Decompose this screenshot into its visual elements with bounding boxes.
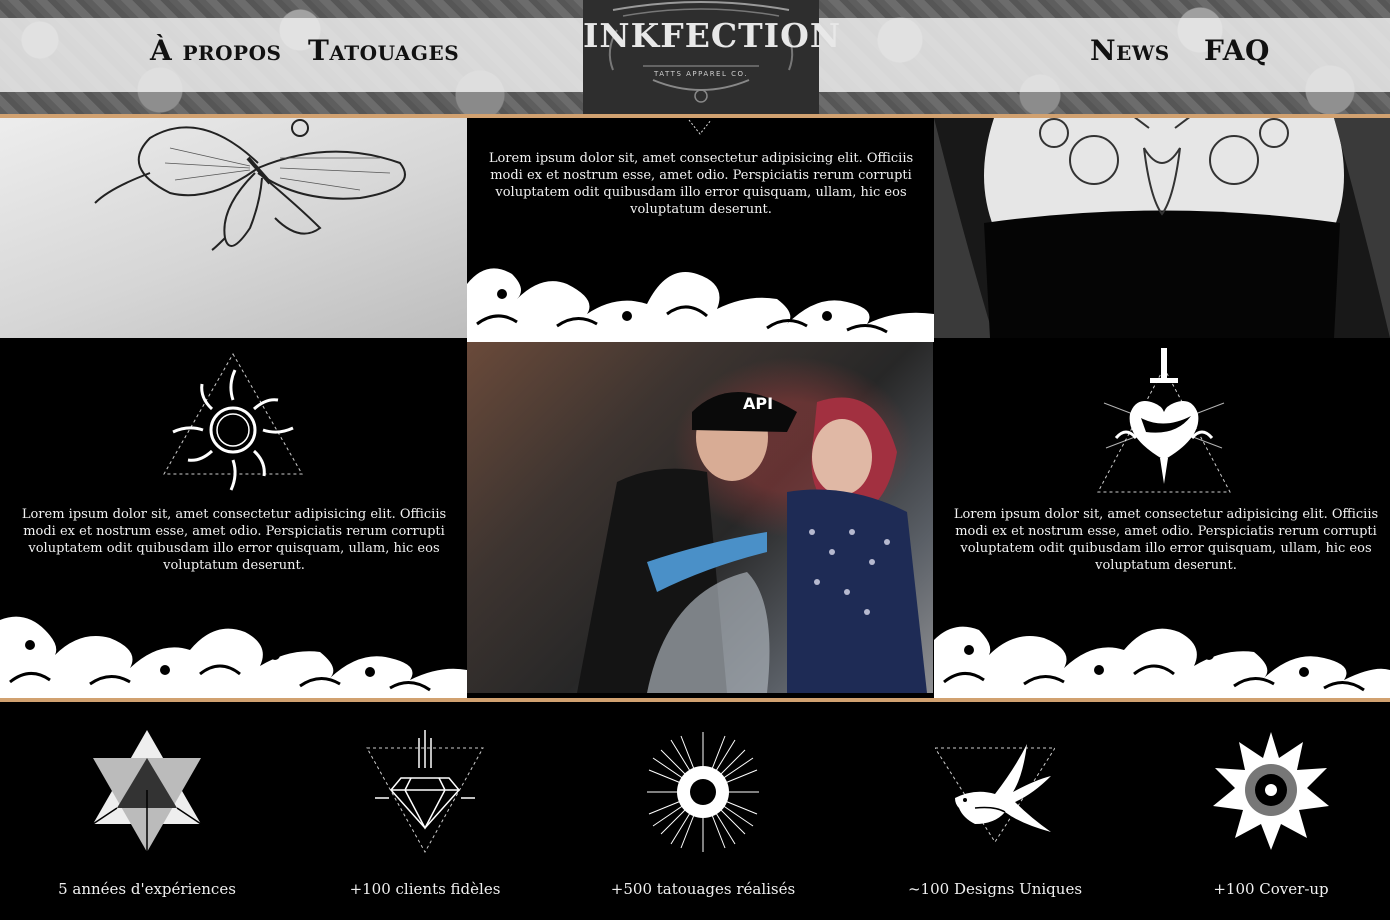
feature-paragraph-left: Lorem ipsum dolor sit, amet consectetur … <box>21 507 447 573</box>
stat-label: +100 Cover-up <box>1213 880 1329 898</box>
sunburst-icon <box>647 732 759 852</box>
sun-icon <box>163 352 303 491</box>
nav-link-a-propos[interactable]: À propos <box>150 34 281 67</box>
swallow-icon <box>935 744 1055 843</box>
chest-tattoo-icon <box>934 118 1390 338</box>
stat-tattoos: +500 tatouages réalisés <box>564 722 842 912</box>
site-header: À propos Tatouages News FAQ INKFECTION T… <box>0 0 1390 114</box>
intro-paragraph: Lorem ipsum dolor sit, amet consectetur … <box>488 151 914 217</box>
nav-link-tatouages[interactable]: Tatouages <box>308 34 459 67</box>
logo-text: INKFECTION <box>583 16 842 55</box>
nav-link-news[interactable]: News <box>1090 34 1170 67</box>
butterfly-icon <box>94 119 406 251</box>
diamond-icon <box>366 730 484 854</box>
gold-divider-bottom <box>0 698 1390 702</box>
waves-decoration-icon <box>0 616 467 698</box>
feature-block-right: Lorem ipsum dolor sit, amet consectetur … <box>934 342 1390 698</box>
stat-label: +500 tatouages réalisés <box>610 880 796 898</box>
stat-label: 5 années d'expériences <box>58 880 236 898</box>
tattoo-artist-photo-icon <box>577 392 927 693</box>
merkaba-icon <box>92 730 202 852</box>
dotwork-flower-icon <box>1213 732 1329 850</box>
intro-text-block: Lorem ipsum dolor sit, amet consectetur … <box>467 118 934 342</box>
waves-decoration-icon <box>934 626 1390 698</box>
nav-band-left <box>0 18 583 92</box>
site-logo[interactable]: INKFECTION TATTS APPAREL CO. <box>583 0 842 114</box>
stat-clients: +100 clients fidèles <box>286 722 564 912</box>
stat-label: ~100 Designs Uniques <box>907 880 1083 898</box>
studio-photo: API <box>467 342 933 693</box>
feature-paragraph-right: Lorem ipsum dolor sit, amet consectetur … <box>953 507 1379 573</box>
chest-tattoo-photo <box>934 118 1390 338</box>
cap-logo-text: API <box>743 394 774 413</box>
butterfly-tattoo-photo <box>0 118 467 338</box>
dagger-heart-icon <box>1097 348 1231 493</box>
stat-coverup: +100 Cover-up <box>1132 722 1390 912</box>
stat-experience: 5 années d'expériences <box>8 722 286 912</box>
triangle-marker-icon <box>688 119 712 135</box>
nav-link-faq[interactable]: FAQ <box>1204 34 1270 67</box>
stat-designs: ~100 Designs Uniques <box>856 722 1134 912</box>
logo-tagline: TATTS APPAREL CO. <box>654 70 748 78</box>
waves-decoration-icon <box>467 268 934 342</box>
stat-label: +100 clients fidèles <box>349 880 501 898</box>
feature-block-left: Lorem ipsum dolor sit, amet consectetur … <box>0 342 467 698</box>
